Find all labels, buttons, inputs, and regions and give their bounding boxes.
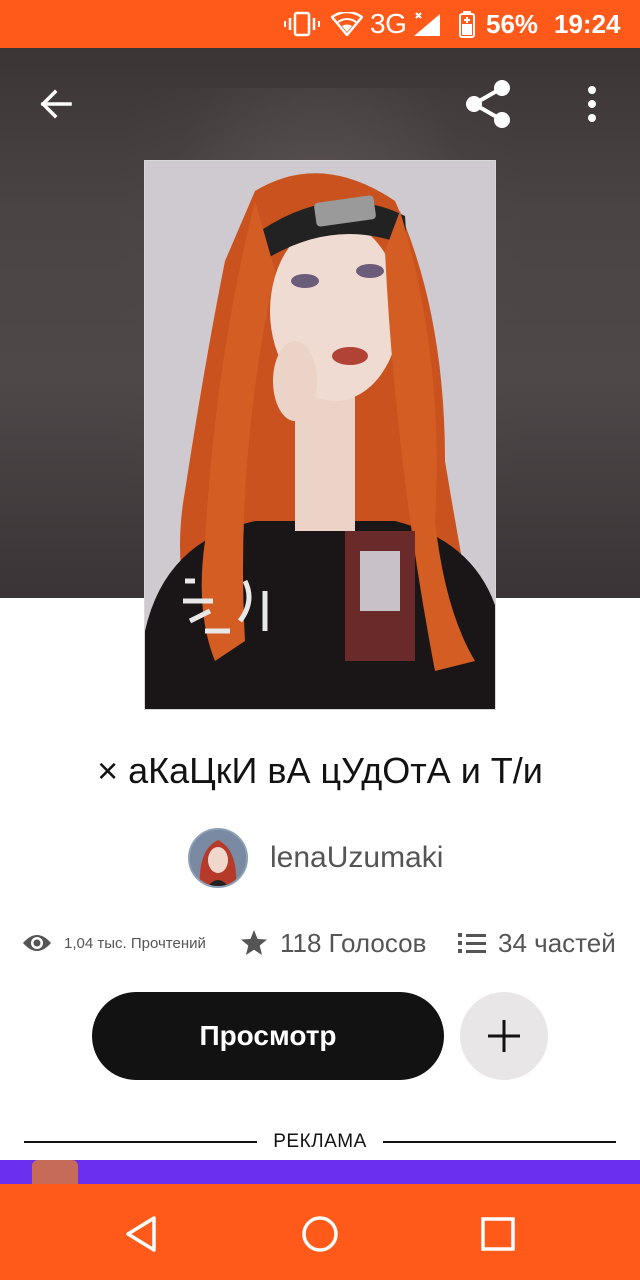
nav-back-icon [126, 1216, 156, 1252]
nav-home-button[interactable] [288, 1202, 352, 1266]
clock: 19:24 [554, 8, 621, 39]
back-button[interactable] [24, 72, 88, 136]
system-nav-bar [0, 1184, 640, 1280]
network-type: 3G [370, 8, 407, 39]
battery-percent: 56% [486, 8, 539, 39]
more-options-button[interactable] [560, 72, 624, 136]
status-bar: 3G 56% 19:24 [0, 0, 640, 48]
avatar [188, 828, 248, 888]
list-icon [458, 933, 486, 953]
signal-icon [410, 0, 444, 48]
read-button[interactable]: Просмотр [92, 992, 444, 1080]
star-icon [241, 930, 267, 955]
share-icon [466, 80, 510, 128]
story-cover-image [144, 160, 496, 710]
vibrate-icon [282, 0, 322, 48]
wifi-icon [330, 0, 364, 48]
votes-count: 118 Голосов [280, 927, 427, 958]
nav-back-button[interactable] [110, 1202, 174, 1266]
battery-icon [456, 0, 478, 48]
reads-count: 1,04 тыс. Прочтений [64, 934, 206, 952]
author-name: lenaUzumaki [270, 841, 444, 874]
share-button[interactable] [456, 72, 520, 136]
ad-divider: РЕКЛАМА [24, 1128, 616, 1156]
reads-stat: 1,04 тыс. Прочтений [22, 920, 206, 966]
ad-banner[interactable] [0, 1160, 640, 1184]
votes-stat: 118 Голосов [240, 920, 426, 966]
more-vert-icon [588, 86, 596, 122]
ad-thumbnail [32, 1160, 78, 1184]
plus-icon [488, 1020, 520, 1052]
add-to-library-button[interactable] [460, 992, 548, 1080]
ad-label: РЕКЛАМА [273, 1131, 367, 1152]
nav-recents-icon [481, 1217, 515, 1251]
divider-line [24, 1141, 258, 1143]
nav-home-icon [302, 1216, 338, 1252]
parts-count: 34 частей [498, 927, 616, 958]
story-title: × аКаЦкИ вА цУдОтА и Т/и [97, 750, 543, 791]
parts-stat: 34 частей [458, 920, 616, 966]
author-link[interactable]: lenaUzumaki [188, 828, 443, 888]
back-arrow-icon [40, 89, 72, 119]
divider-line [382, 1141, 616, 1143]
eye-icon [23, 935, 51, 951]
story-stats: 1,04 тыс. Прочтений 118 Голосов 34 часте… [0, 920, 640, 966]
nav-recents-button[interactable] [466, 1202, 530, 1266]
